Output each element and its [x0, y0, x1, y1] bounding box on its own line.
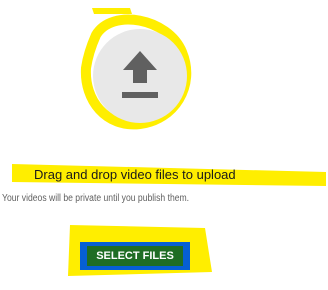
upload-title: Drag and drop video files to upload: [34, 167, 236, 182]
upload-dialog: Drag and drop video files to upload Your…: [0, 0, 328, 290]
upload-icon-circle[interactable]: [93, 29, 187, 123]
select-files-button[interactable]: [80, 242, 190, 270]
upload-subtitle: Your videos will be private until you pu…: [2, 193, 190, 204]
upload-icon: [122, 51, 158, 98]
